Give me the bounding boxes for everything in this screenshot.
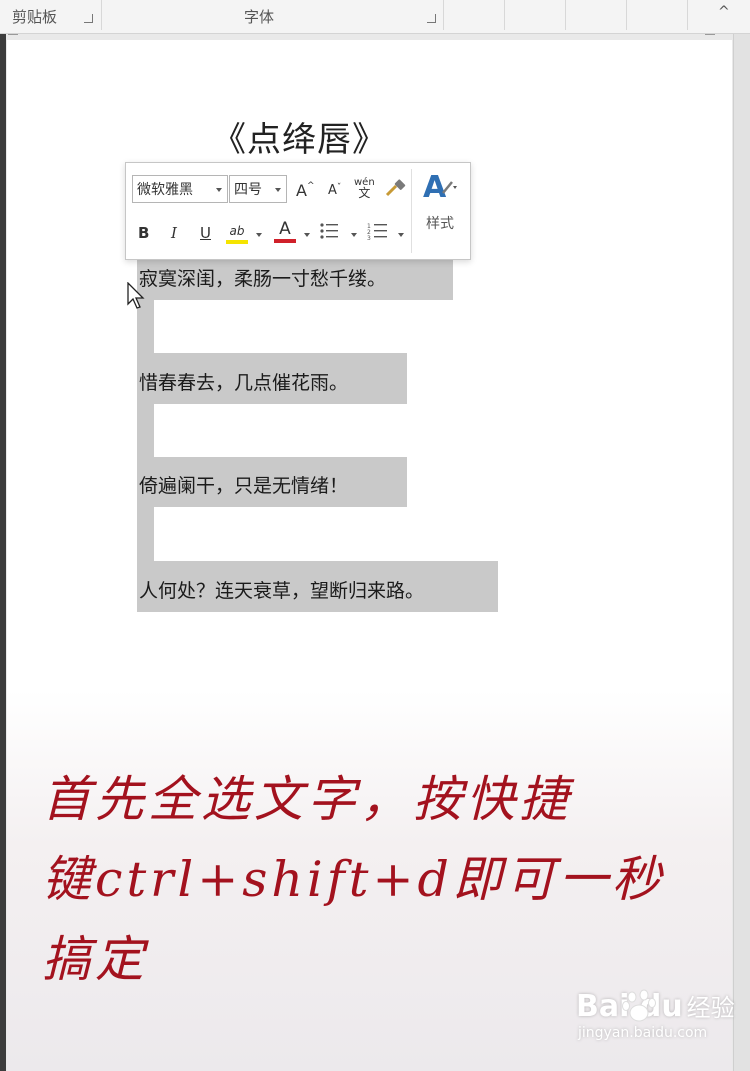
highlight-button[interactable]: ab	[226, 221, 248, 244]
poem-line[interactable]: 寂寞深闺，柔肠一寸愁千缕。	[139, 264, 386, 291]
poem-line[interactable]: 人何处？连天衰草，望断归来路。	[139, 576, 424, 603]
margin-marker	[8, 34, 18, 43]
caption-line-1: 首先全选文字，按快捷	[42, 771, 573, 828]
ribbon-divider	[504, 0, 505, 30]
highlight-color-swatch	[226, 240, 248, 244]
font-launcher-icon[interactable]	[427, 14, 436, 23]
chevron-down-icon	[275, 188, 281, 192]
chevron-down-icon[interactable]	[304, 233, 310, 237]
selection-highlight	[137, 507, 154, 561]
chevron-down-icon[interactable]	[398, 233, 404, 237]
underline-button[interactable]: U	[200, 224, 211, 242]
margin-marker	[705, 34, 715, 43]
chevron-down-icon[interactable]	[256, 233, 262, 237]
chevron-down-icon[interactable]	[351, 233, 357, 237]
document-title[interactable]: 《点绛唇》	[212, 112, 387, 161]
shrink-font-button[interactable]: Aˇ	[328, 183, 341, 198]
font-color-swatch	[274, 239, 296, 243]
shrink-font-icon: A	[328, 183, 337, 198]
styles-button[interactable]: A 样式	[420, 169, 460, 233]
styles-icon: A	[423, 170, 457, 205]
poem-line[interactable]: 惜春春去，几点催花雨。	[139, 368, 348, 395]
font-group-label: 字体	[244, 8, 275, 26]
caption-line-2: 键ctrl+shift+d即可一秒	[42, 851, 665, 908]
poem-line[interactable]: 倚遍阑干，只是无情绪！	[139, 471, 348, 498]
paw-logo-icon	[622, 989, 656, 1022]
font-name-value: 微软雅黑	[137, 182, 193, 198]
ribbon-divider	[626, 0, 627, 30]
italic-button[interactable]: I	[171, 224, 177, 242]
selection-highlight	[137, 404, 154, 457]
highlight-icon: ab	[229, 224, 245, 238]
phonetic-guide-button[interactable]: wén 文	[354, 177, 375, 199]
font-size-value: 四号	[234, 182, 262, 198]
vertical-scrollbar[interactable]	[733, 34, 750, 1071]
phonetic-char: 文	[358, 186, 371, 200]
ribbon-divider	[101, 0, 102, 30]
grow-font-button[interactable]: A^	[296, 181, 315, 200]
svg-text:A: A	[423, 170, 447, 203]
mini-toolbar: 微软雅黑 四号 A^ Aˇ wén 文 A 样式 B I U ab A 1 2 …	[125, 162, 471, 260]
ribbon-divider	[565, 0, 566, 30]
window-left-edge	[0, 34, 6, 1071]
clipboard-group-label: 剪贴板	[12, 8, 58, 26]
toolbar-divider	[411, 169, 412, 253]
format-painter-icon[interactable]	[384, 179, 408, 199]
chevron-down-icon	[216, 188, 222, 192]
clipboard-launcher-icon[interactable]	[84, 14, 93, 23]
bullet-list-icon[interactable]	[318, 221, 340, 241]
font-size-combo[interactable]: 四号	[229, 175, 287, 203]
collapse-ribbon-icon[interactable]: ^	[718, 4, 730, 20]
caption-line-3: 搞定	[42, 931, 149, 988]
bold-button[interactable]: B	[138, 224, 149, 242]
ribbon-divider	[687, 0, 688, 30]
ribbon-divider	[443, 0, 444, 30]
styles-label: 样式	[426, 216, 454, 232]
numbered-list-icon[interactable]: 1 2 3	[366, 221, 390, 241]
ribbon-bar: 剪贴板 字体 ^	[0, 0, 750, 34]
svg-text:3: 3	[367, 235, 371, 241]
font-name-combo[interactable]: 微软雅黑	[132, 175, 228, 203]
watermark-brand-suffix: 经验	[686, 994, 735, 1022]
watermark-url: jingyan.baidu.com	[578, 1025, 708, 1041]
font-color-icon: A	[279, 219, 291, 239]
mouse-pointer-icon	[127, 282, 145, 309]
font-color-button[interactable]: A	[274, 219, 296, 243]
grow-font-icon: A	[296, 181, 307, 200]
